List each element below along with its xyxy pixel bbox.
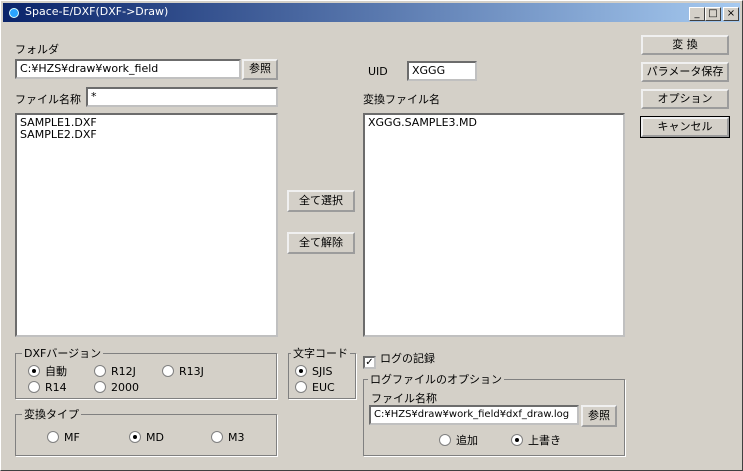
radio-icon	[211, 431, 223, 443]
log-record-checkbox[interactable]: ✓ ログの記録	[363, 352, 435, 369]
conv-type-md-radio[interactable]: MD	[129, 431, 164, 445]
radio-icon	[28, 381, 40, 393]
char-code-sjis-radio[interactable]: SJIS	[295, 365, 332, 379]
close-icon[interactable]: ×	[723, 7, 739, 21]
radio-icon	[94, 381, 106, 393]
save-params-button[interactable]: パラメータ保存	[641, 62, 729, 82]
conv-type-m3-radio[interactable]: M3	[211, 431, 245, 445]
convert-button[interactable]: 変 換	[641, 35, 729, 55]
log-options-label: ログファイルのオプション	[368, 373, 504, 386]
file-name-label: ファイル名称	[15, 93, 81, 106]
conv-type-label: 変換タイプ	[22, 408, 81, 421]
radio-icon	[162, 365, 174, 377]
log-file-label: ファイル名称	[371, 392, 437, 405]
log-overwrite-radio[interactable]: 上書き	[511, 434, 561, 448]
list-item[interactable]: XGGG.SAMPLE3.MD	[368, 117, 620, 129]
options-button[interactable]: オプション	[641, 89, 729, 109]
dxf-version-r12j-radio[interactable]: R12J	[94, 365, 136, 379]
file-name-input[interactable]: *	[86, 87, 278, 107]
radio-icon	[94, 365, 106, 377]
radio-icon	[511, 434, 523, 446]
uid-label: UID	[368, 65, 388, 78]
dxf-version-auto-radio[interactable]: 自動	[28, 365, 67, 379]
radio-icon	[295, 365, 307, 377]
dxf-version-2000-radio[interactable]: 2000	[94, 381, 139, 395]
title-bar: Space-E/DXF(DXF->Draw) _ □ ×	[3, 3, 740, 22]
checkmark-icon: ✓	[363, 356, 376, 369]
char-code-label: 文字コード	[291, 347, 350, 360]
char-code-euc-radio[interactable]: EUC	[295, 381, 335, 395]
radio-icon	[439, 434, 451, 446]
window-title: Space-E/DXF(DXF->Draw)	[25, 5, 169, 18]
radio-icon	[129, 431, 141, 443]
select-all-button[interactable]: 全て選択	[287, 190, 355, 212]
radio-icon	[28, 365, 40, 377]
log-append-radio[interactable]: 追加	[439, 434, 478, 448]
conv-type-mf-radio[interactable]: MF	[47, 431, 80, 445]
radio-icon	[295, 381, 307, 393]
converted-file-list[interactable]: XGGG.SAMPLE3.MD	[363, 113, 625, 337]
cancel-button[interactable]: キャンセル	[640, 116, 730, 138]
dxf-version-r13j-radio[interactable]: R13J	[162, 365, 204, 379]
maximize-icon[interactable]: □	[705, 7, 721, 21]
converted-label: 変換ファイル名	[363, 93, 440, 106]
uid-input[interactable]: XGGG	[407, 61, 477, 81]
log-browse-button[interactable]: 参照	[581, 405, 617, 427]
log-file-input[interactable]: C:¥HZS¥draw¥work_field¥dxf_draw.log	[369, 405, 579, 425]
source-file-list[interactable]: SAMPLE1.DXF SAMPLE2.DXF	[15, 113, 278, 337]
folder-browse-button[interactable]: 参照	[242, 59, 278, 80]
app-icon	[9, 8, 19, 18]
deselect-all-button[interactable]: 全て解除	[287, 232, 355, 254]
folder-input[interactable]: C:¥HZS¥draw¥work_field	[15, 59, 241, 79]
dxf-version-label: DXFバージョン	[22, 347, 104, 360]
folder-label: フォルダ	[15, 43, 59, 56]
dxf-version-r14-radio[interactable]: R14	[28, 381, 67, 395]
list-item[interactable]: SAMPLE2.DXF	[20, 129, 273, 141]
main-window: Space-E/DXF(DXF->Draw) _ □ × フォルダ C:¥HZS…	[0, 0, 743, 471]
radio-icon	[47, 431, 59, 443]
minimize-icon[interactable]: _	[689, 7, 705, 21]
